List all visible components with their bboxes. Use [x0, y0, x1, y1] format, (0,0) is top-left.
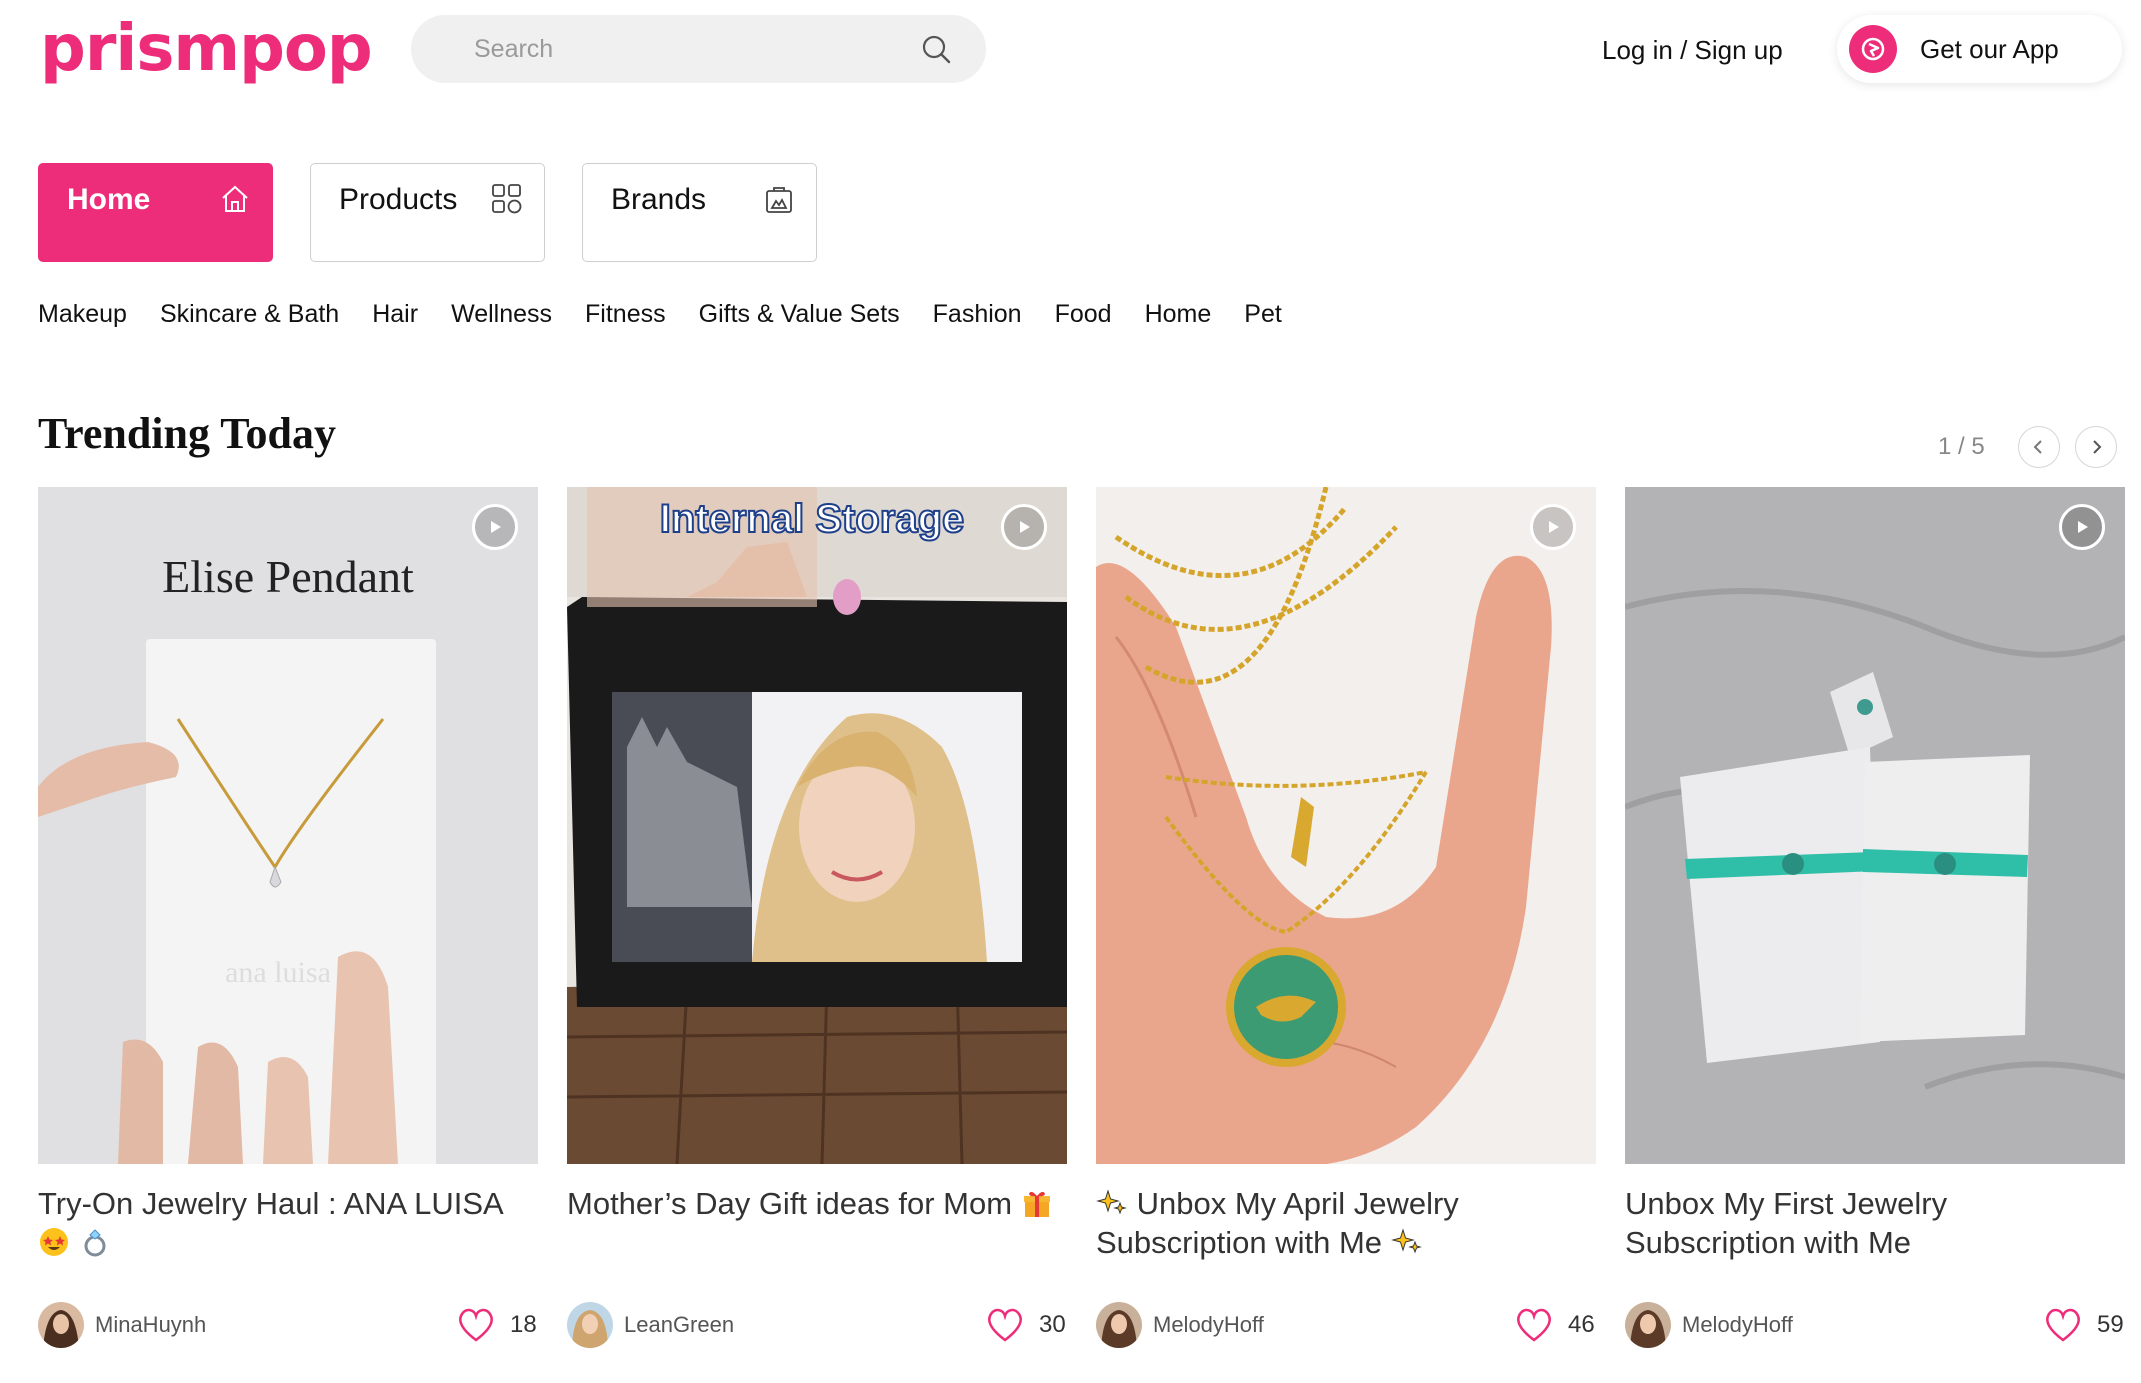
- heart-icon[interactable]: [2043, 1306, 2083, 1344]
- chevron-left-icon: [2033, 440, 2042, 454]
- tab-home-label: Home: [67, 183, 151, 216]
- card-title[interactable]: Unbox My First Jewelry Subscription with…: [1625, 1184, 2125, 1301]
- video-card[interactable]: Unbox My April Jewelry Subscription with…: [1096, 487, 1596, 1349]
- like-count: 46: [1568, 1311, 1595, 1338]
- card-footer: MelodyHoff 59: [1625, 1301, 2125, 1349]
- card-title[interactable]: Unbox My April Jewelry Subscription with…: [1096, 1184, 1596, 1301]
- house-icon: [218, 182, 252, 216]
- avatar[interactable]: [38, 1302, 84, 1348]
- category-food[interactable]: Food: [1055, 296, 1112, 332]
- prismpop-logo[interactable]: prismpop: [40, 8, 373, 90]
- category-bar: Makeup Skincare & Bath Hair Wellness Fit…: [38, 296, 1315, 332]
- card-footer: MelodyHoff 46: [1096, 1301, 1596, 1349]
- category-pet[interactable]: Pet: [1244, 296, 1282, 332]
- section-title: Trending Today: [38, 409, 336, 458]
- get-app-label: Get our App: [1920, 33, 2059, 64]
- next-page-button[interactable]: [2075, 426, 2117, 468]
- card-title-text: Unbox My First Jewelry Subscription with…: [1625, 1186, 1948, 1260]
- play-icon[interactable]: [1001, 504, 1047, 550]
- username[interactable]: MelodyHoff: [1153, 1312, 1514, 1338]
- ring-emoji-icon: [79, 1226, 111, 1258]
- like-count: 59: [2097, 1311, 2124, 1338]
- card-title[interactable]: Try-On Jewelry Haul : ANA LUISA: [38, 1184, 538, 1301]
- card-footer: LeanGreen 30: [567, 1301, 1067, 1349]
- heart-icon[interactable]: [985, 1306, 1025, 1344]
- avatar[interactable]: [1625, 1302, 1671, 1348]
- page-indicator: 1 / 5: [1938, 433, 1985, 460]
- category-fashion[interactable]: Fashion: [933, 296, 1022, 332]
- video-card[interactable]: Elise Pendant ana luisa Try-On Jewelry H…: [38, 487, 538, 1349]
- get-app-button[interactable]: Get our App: [1837, 15, 2122, 83]
- card-title-text: Try-On Jewelry Haul : ANA LUISA: [38, 1186, 504, 1221]
- username[interactable]: MinaHuynh: [95, 1312, 456, 1338]
- like-count: 18: [510, 1311, 537, 1338]
- video-thumbnail[interactable]: [1625, 487, 2125, 1164]
- search-icon[interactable]: [918, 31, 954, 67]
- username[interactable]: MelodyHoff: [1682, 1312, 2043, 1338]
- video-card[interactable]: Internal Storage Mother’s Day Gift ideas…: [567, 487, 1067, 1349]
- heart-icon[interactable]: [1514, 1306, 1554, 1344]
- sparkles-emoji-icon: [1390, 1226, 1423, 1258]
- star-struck-emoji-icon: [38, 1226, 70, 1258]
- chevron-right-icon: [2093, 440, 2102, 454]
- video-thumbnail[interactable]: Elise Pendant ana luisa: [38, 487, 538, 1164]
- video-thumbnail[interactable]: [1096, 487, 1596, 1164]
- gift-emoji-icon: [1021, 1187, 1053, 1219]
- prev-page-button[interactable]: [2018, 426, 2060, 468]
- search-input[interactable]: [474, 34, 918, 64]
- grid-icon: [490, 182, 524, 216]
- category-gifts-value-sets[interactable]: Gifts & Value Sets: [699, 296, 900, 332]
- overlay-text: Elise Pendant: [162, 551, 414, 602]
- avatar[interactable]: [567, 1302, 613, 1348]
- tab-products[interactable]: Products: [310, 163, 545, 262]
- video-card[interactable]: Unbox My First Jewelry Subscription with…: [1625, 487, 2125, 1349]
- card-text: ana luisa: [225, 956, 331, 989]
- avatar[interactable]: [1096, 1302, 1142, 1348]
- play-icon[interactable]: [472, 504, 518, 550]
- card-footer: MinaHuynh 18: [38, 1301, 538, 1349]
- subscription-box-image: [1625, 487, 2125, 1164]
- play-icon[interactable]: [1530, 504, 1576, 550]
- login-signup-link[interactable]: Log in / Sign up: [1602, 32, 1783, 68]
- category-skincare-bath[interactable]: Skincare & Bath: [160, 296, 339, 332]
- username[interactable]: LeanGreen: [624, 1312, 985, 1338]
- overlay-text: Internal Storage: [660, 497, 965, 541]
- tab-brands[interactable]: Brands: [582, 163, 817, 262]
- category-wellness[interactable]: Wellness: [451, 296, 552, 332]
- like-count: 30: [1039, 1311, 1066, 1338]
- photo-frame-image: Internal Storage: [567, 487, 1067, 1164]
- play-icon[interactable]: [2059, 504, 2105, 550]
- video-thumbnail[interactable]: Internal Storage: [567, 487, 1067, 1164]
- search-bar[interactable]: [411, 15, 986, 83]
- tab-products-label: Products: [339, 183, 458, 216]
- store-bag-icon: [762, 182, 796, 216]
- category-hair[interactable]: Hair: [372, 296, 418, 332]
- app-logo-icon: [1849, 25, 1897, 73]
- card-title[interactable]: Mother’s Day Gift ideas for Mom: [567, 1184, 1067, 1301]
- jewelry-card-image: Elise Pendant ana luisa: [38, 487, 538, 1164]
- tab-brands-label: Brands: [611, 183, 707, 216]
- category-fitness[interactable]: Fitness: [585, 296, 666, 332]
- card-title-text: Mother’s Day Gift ideas for Mom: [567, 1186, 1013, 1221]
- category-home[interactable]: Home: [1145, 296, 1212, 332]
- tab-home[interactable]: Home: [38, 163, 273, 262]
- necklace-in-hand-image: [1096, 487, 1596, 1164]
- heart-icon[interactable]: [456, 1306, 496, 1344]
- sparkles-emoji-icon: [1096, 1187, 1128, 1219]
- category-makeup[interactable]: Makeup: [38, 296, 127, 332]
